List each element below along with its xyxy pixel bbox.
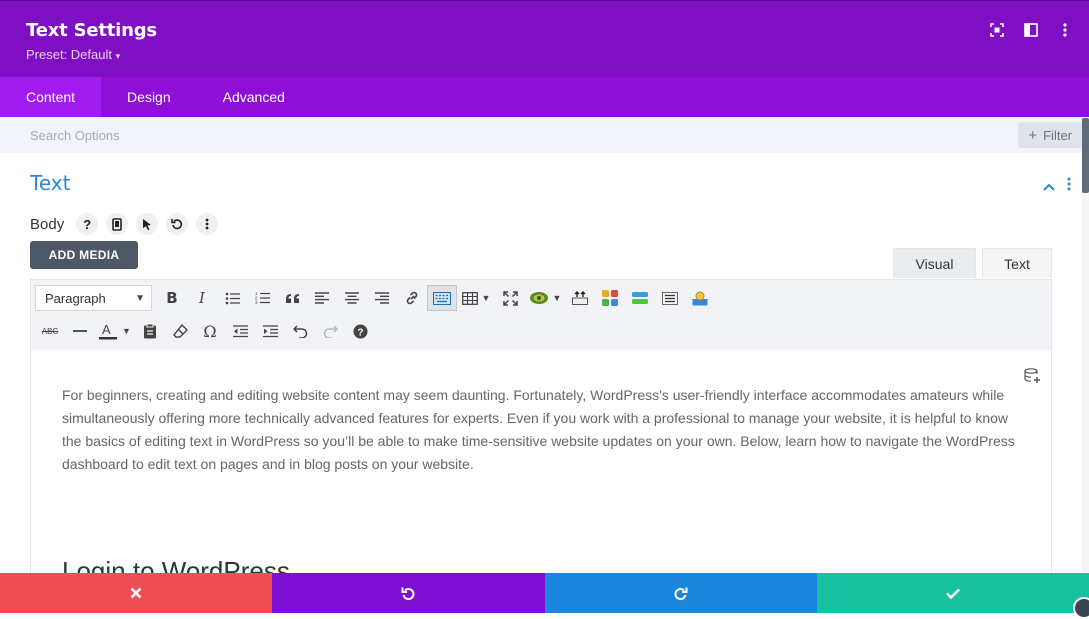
- align-right-icon[interactable]: [367, 285, 397, 311]
- keyboard-help-icon[interactable]: ?: [345, 318, 375, 344]
- content-paragraph[interactable]: For beginners, creating and editing webs…: [62, 384, 1022, 476]
- section-more-icon[interactable]: [1067, 177, 1071, 196]
- editor-content[interactable]: For beginners, creating and editing webs…: [30, 350, 1052, 586]
- table-icon[interactable]: ▼: [457, 285, 495, 311]
- scrollbar-thumb[interactable]: [1082, 118, 1089, 193]
- tab-visual[interactable]: Visual: [893, 248, 976, 278]
- add-media-button[interactable]: ADD MEDIA: [30, 241, 138, 269]
- redo-icon[interactable]: [315, 318, 345, 344]
- special-character-icon[interactable]: Ω: [195, 318, 225, 344]
- expand-icon[interactable]: [987, 21, 1007, 39]
- format-select-value: Paragraph: [45, 290, 106, 306]
- divider-block-icon[interactable]: [625, 285, 655, 311]
- horizontal-line-icon[interactable]: [65, 318, 95, 344]
- align-left-icon[interactable]: [307, 285, 337, 311]
- undo-button[interactable]: [272, 573, 545, 613]
- search-bar: + Filter: [0, 117, 1089, 153]
- hover-cursor-icon[interactable]: [136, 213, 159, 235]
- preset-label: Preset: Default: [26, 47, 112, 62]
- search-input[interactable]: [20, 121, 720, 149]
- layout-builder-icon[interactable]: [595, 285, 625, 311]
- plus-icon: +: [1028, 126, 1038, 144]
- action-footer: [0, 573, 1089, 613]
- close-icon: [130, 587, 142, 599]
- settings-header: Text Settings Preset: Default ▾: [0, 0, 1089, 77]
- bold-icon[interactable]: B: [157, 285, 187, 311]
- filter-button[interactable]: + Filter: [1018, 122, 1082, 148]
- svg-text:3: 3: [255, 300, 258, 305]
- insert-above-icon[interactable]: [565, 285, 595, 311]
- dynamic-content-icon[interactable]: [1024, 368, 1042, 389]
- align-center-icon[interactable]: [337, 285, 367, 311]
- reset-icon[interactable]: [166, 213, 189, 235]
- body-field-row: Body ?: [30, 212, 219, 236]
- svg-text:?: ?: [357, 327, 363, 338]
- undo-icon: [401, 587, 415, 600]
- body-label: Body: [30, 215, 65, 233]
- section-title[interactable]: Text: [30, 171, 70, 195]
- strikethrough-icon[interactable]: ABC: [35, 318, 65, 344]
- text-color-icon[interactable]: A ▼: [95, 318, 135, 344]
- caret-down-icon: ▼: [481, 293, 491, 303]
- link-icon[interactable]: [397, 285, 427, 311]
- svg-text:A: A: [102, 322, 111, 337]
- editor-mode-tabs: Visual Text: [893, 248, 1052, 278]
- tab-text[interactable]: Text: [982, 248, 1052, 278]
- editor-toolbar: Paragraph ▼ B I 123 ▼ ▼ ABC A ▼ Ω ?: [30, 279, 1052, 350]
- help-icon[interactable]: ?: [76, 213, 99, 235]
- paste-text-icon[interactable]: [135, 318, 165, 344]
- chevron-up-icon[interactable]: [1043, 178, 1055, 196]
- indent-icon[interactable]: [255, 318, 285, 344]
- preset-dropdown[interactable]: Preset: Default ▾: [26, 47, 120, 62]
- plugin-avocado-icon[interactable]: ▼: [525, 285, 565, 311]
- outdent-icon[interactable]: [225, 318, 255, 344]
- more-vertical-icon[interactable]: [1055, 21, 1075, 39]
- italic-icon[interactable]: I: [187, 285, 217, 311]
- fullscreen-icon[interactable]: [495, 285, 525, 311]
- clear-formatting-icon[interactable]: [165, 318, 195, 344]
- toolbar-toggle-icon[interactable]: [427, 285, 457, 311]
- undo-icon[interactable]: [285, 318, 315, 344]
- save-button[interactable]: [816, 573, 1089, 613]
- settings-tabs: Content Design Advanced: [0, 77, 1089, 117]
- tab-design[interactable]: Design: [101, 77, 197, 117]
- cancel-button[interactable]: [0, 573, 273, 613]
- blockquote-icon[interactable]: [277, 285, 307, 311]
- tab-content[interactable]: Content: [0, 77, 102, 117]
- redo-button[interactable]: [544, 573, 817, 613]
- mobile-icon[interactable]: [106, 213, 129, 235]
- tab-advanced[interactable]: Advanced: [197, 77, 311, 117]
- list-block-icon[interactable]: [655, 285, 685, 311]
- field-more-icon[interactable]: [196, 213, 219, 235]
- numbered-list-icon[interactable]: 123: [247, 285, 277, 311]
- caret-down-icon: ▼: [135, 292, 145, 304]
- filter-label: Filter: [1043, 127, 1072, 143]
- format-select[interactable]: Paragraph ▼: [35, 285, 152, 311]
- modal-title: Text Settings: [26, 20, 157, 41]
- caret-down-icon: ▾: [115, 51, 121, 61]
- caret-down-icon: ▼: [552, 293, 562, 303]
- bullet-list-icon[interactable]: [217, 285, 247, 311]
- floating-help-button[interactable]: [1073, 597, 1089, 619]
- caret-down-icon: ▼: [122, 326, 131, 336]
- user-block-icon[interactable]: [685, 285, 715, 311]
- split-view-icon[interactable]: [1021, 21, 1041, 39]
- checkmark-icon: [945, 588, 960, 599]
- redo-icon: [674, 587, 688, 600]
